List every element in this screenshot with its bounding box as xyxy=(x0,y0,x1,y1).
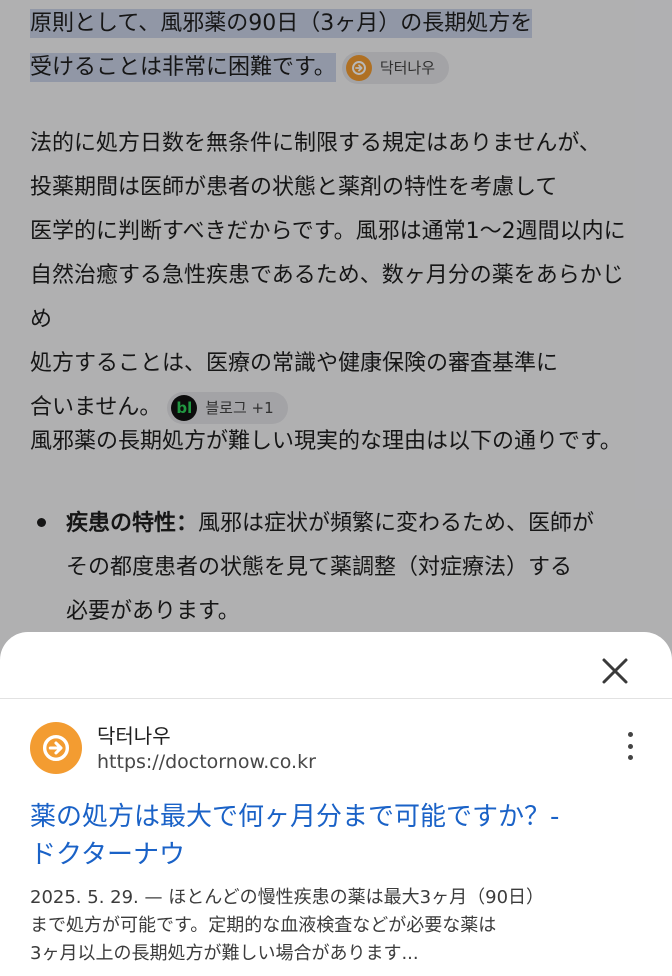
result-snippet: 2025. 5. 29. — ほとんどの慢性疾患の薬は最大3ヶ月（90日） まで… xyxy=(30,884,648,968)
doctornow-logo-icon xyxy=(30,722,82,774)
close-icon xyxy=(602,658,628,684)
source-url: https://doctornow.co.kr xyxy=(97,751,316,773)
more-options-button[interactable] xyxy=(624,732,636,760)
snippet-line: まで処方が可能です。定期的な血液検査などが必要な薬は xyxy=(30,915,497,936)
more-vert-icon xyxy=(627,743,633,749)
result-title-line-2: ドクターナウ xyxy=(30,840,185,870)
snippet-line: 2025. 5. 29. — ほとんどの慢性疾患の薬は最大3ヶ月（90日） xyxy=(30,887,545,908)
more-vert-icon xyxy=(627,732,633,737)
sheet-divider xyxy=(0,698,672,699)
close-button[interactable] xyxy=(598,654,632,688)
snippet-line: 3ヶ月以上の長期処方が難しい場合があります... xyxy=(30,943,419,964)
result-title-line-1: 薬の処方は最大で何ヶ月分まで可能ですか？- xyxy=(30,802,560,832)
more-vert-icon xyxy=(627,755,633,760)
source-bottom-sheet: 닥터나우 https://doctornow.co.kr 薬の処方は最大で何ヶ月… xyxy=(0,632,672,976)
source-name: 닥터나우 xyxy=(97,724,171,748)
result-title-link[interactable]: 薬の処方は最大で何ヶ月分まで可能ですか？- ドクターナウ xyxy=(30,798,642,874)
